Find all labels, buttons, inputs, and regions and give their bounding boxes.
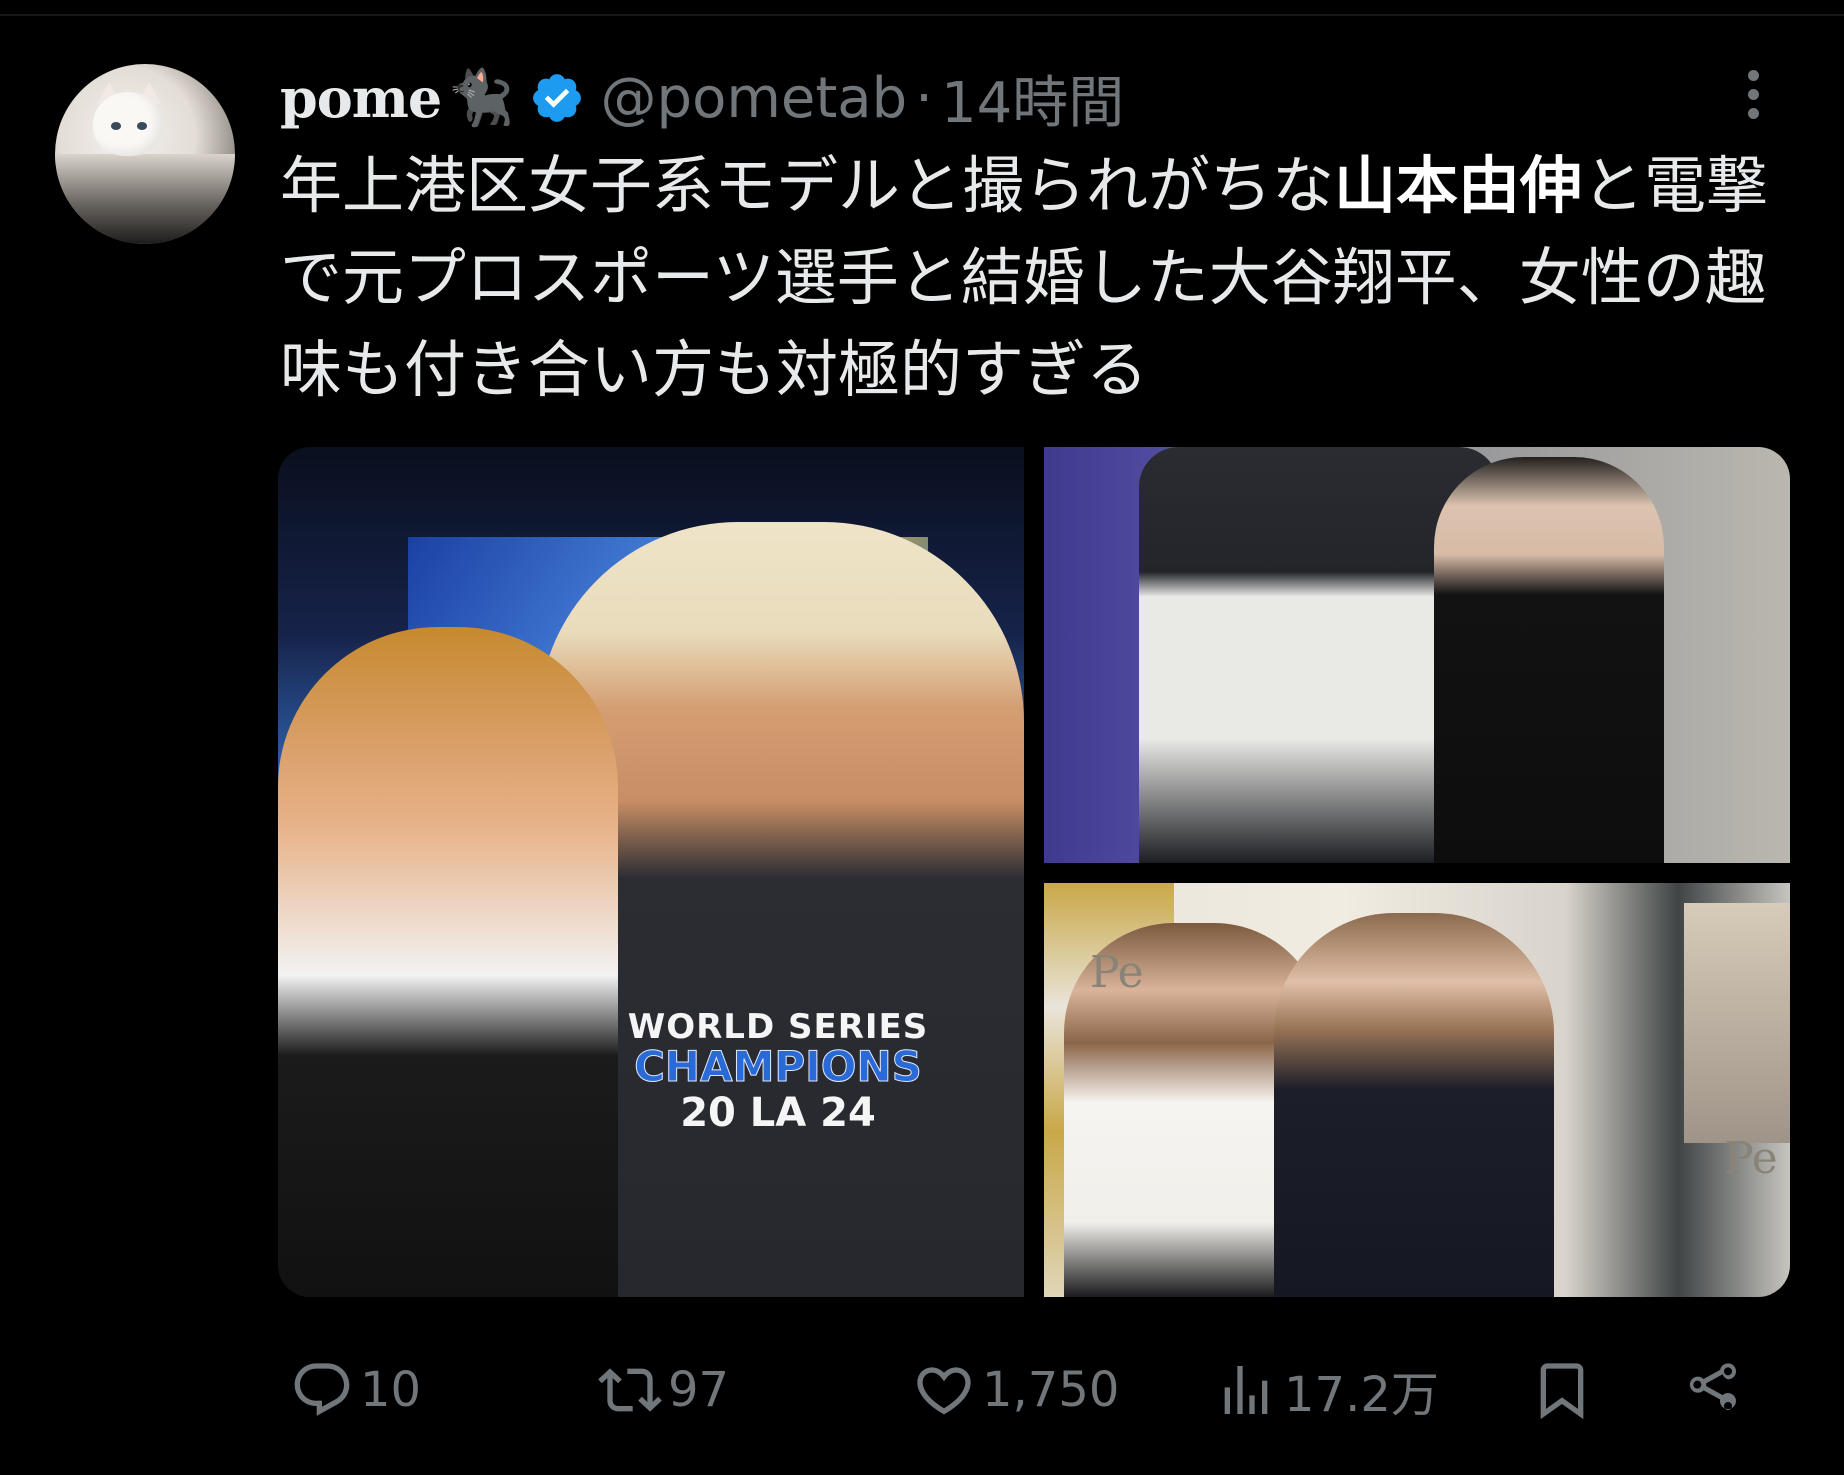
share-button[interactable] xyxy=(1680,1350,1744,1430)
retweet-count: 97 xyxy=(668,1362,730,1418)
share-icon xyxy=(1689,1363,1736,1410)
bookmark-icon xyxy=(1540,1363,1584,1420)
views-count: 17.2万 xyxy=(1284,1367,1439,1423)
media-image-1[interactable]: WORLD SERIES CHAMPIONS 20 LA 24 xyxy=(278,447,1024,1297)
reply-button[interactable]: 10 xyxy=(290,1350,421,1430)
shirt-line-2: CHAMPIONS xyxy=(634,1042,923,1091)
retweet-icon xyxy=(598,1368,662,1412)
display-name[interactable]: pome xyxy=(280,66,442,130)
media-image-3[interactable]: Pe Pe xyxy=(1044,883,1790,1297)
divider xyxy=(0,14,1844,16)
reply-icon xyxy=(294,1363,350,1416)
tweet-header: pome 🐈‍⬛ @pometab · 14時間 xyxy=(280,58,1124,138)
action-bar: 10 97 1,750 17.2万 xyxy=(280,1350,1780,1430)
poster-text-b: Pe xyxy=(1724,1133,1778,1184)
shirt-line-1: WORLD SERIES xyxy=(627,1007,929,1047)
views-button[interactable]: 17.2万 xyxy=(1214,1350,1439,1430)
avatar[interactable] xyxy=(55,64,235,244)
media-grid[interactable]: WORLD SERIES CHAMPIONS 20 LA 24 Pe Pe xyxy=(278,447,1790,1297)
verified-badge-icon[interactable] xyxy=(529,70,585,126)
like-count: 1,750 xyxy=(982,1362,1120,1418)
views-icon xyxy=(1224,1366,1268,1414)
tweet-text: 年上港区女子系モデルと撮られがちな山本由伸と電撃で元プロスポーツ選手と結婚した大… xyxy=(280,140,1800,416)
tweet-text-part1: 年上港区女子系モデルと撮られがちな xyxy=(280,149,1335,222)
poster-text-a: Pe xyxy=(1090,947,1144,998)
bookmark-button[interactable] xyxy=(1530,1350,1594,1430)
retweet-button[interactable]: 97 xyxy=(598,1350,729,1430)
reply-count: 10 xyxy=(360,1362,422,1418)
tweet[interactable]: pome 🐈‍⬛ @pometab · 14時間 年上港区女子系モデルと撮られが… xyxy=(0,0,1844,1475)
like-button[interactable]: 1,750 xyxy=(912,1350,1119,1430)
tweet-text-bold: 山本由伸 xyxy=(1334,149,1583,222)
shirt-print: WORLD SERIES CHAMPIONS 20 LA 24 xyxy=(608,1007,948,1133)
handle[interactable]: @pometab xyxy=(601,66,908,131)
name-emoji: 🐈‍⬛ xyxy=(447,66,515,129)
more-icon[interactable] xyxy=(1736,70,1770,130)
separator: · xyxy=(915,65,933,131)
like-icon xyxy=(917,1367,971,1415)
media-image-2[interactable] xyxy=(1044,447,1790,863)
timestamp[interactable]: 14時間 xyxy=(941,58,1124,139)
shirt-line-3: 20 LA 24 xyxy=(680,1090,876,1136)
